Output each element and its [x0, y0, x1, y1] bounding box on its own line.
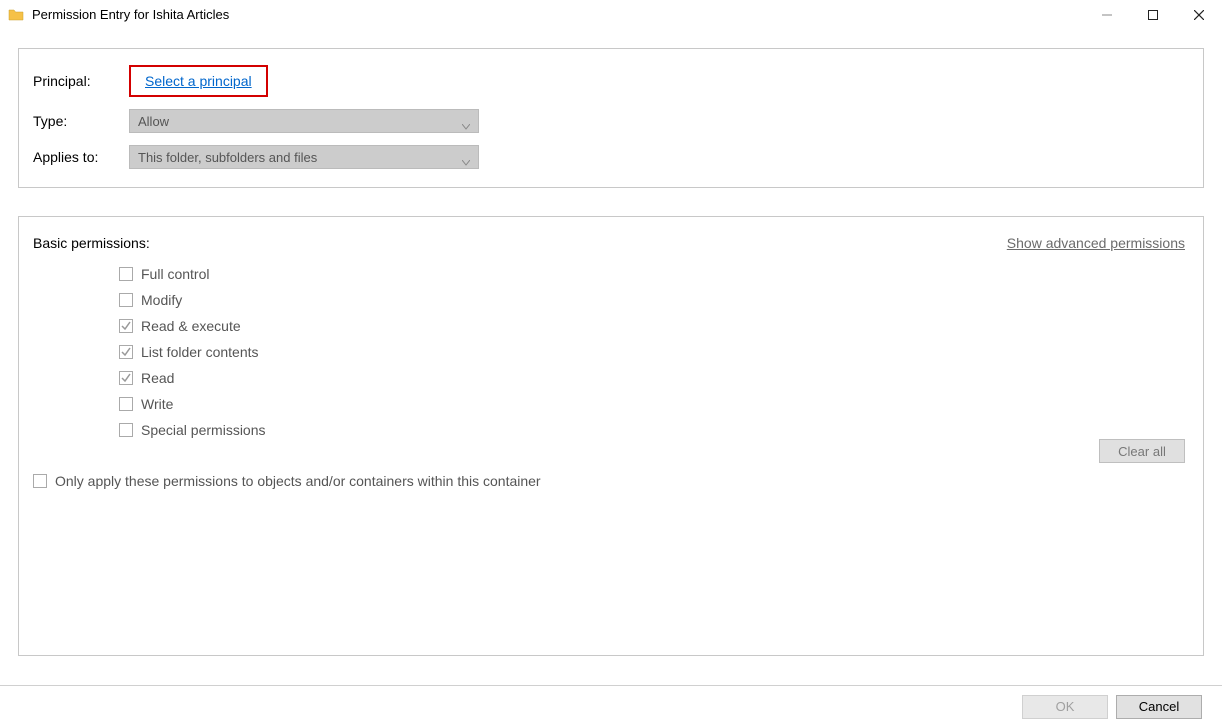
- window-title: Permission Entry for Ishita Articles: [32, 7, 1084, 22]
- permission-item: Read & execute: [119, 313, 1185, 339]
- permission-item: List folder contents: [119, 339, 1185, 365]
- only-apply-checkbox[interactable]: [33, 474, 47, 488]
- cancel-button[interactable]: Cancel: [1116, 695, 1202, 719]
- type-label: Type:: [33, 113, 129, 129]
- permission-checkbox[interactable]: [119, 345, 133, 359]
- permission-checkbox[interactable]: [119, 267, 133, 281]
- type-dropdown: Allow: [129, 109, 479, 133]
- permission-checkbox[interactable]: [119, 293, 133, 307]
- type-value: Allow: [138, 114, 169, 129]
- principal-label: Principal:: [33, 73, 129, 89]
- folder-icon: [8, 7, 24, 23]
- permission-label: Write: [141, 396, 173, 412]
- permission-item: Full control: [119, 261, 1185, 287]
- permission-label: Modify: [141, 292, 182, 308]
- permission-checkbox[interactable]: [119, 371, 133, 385]
- permission-label: Special permissions: [141, 422, 266, 438]
- permission-checkbox[interactable]: [119, 423, 133, 437]
- permission-label: Read & execute: [141, 318, 241, 334]
- titlebar: Permission Entry for Ishita Articles: [0, 0, 1222, 30]
- applies-to-dropdown: This folder, subfolders and files: [129, 145, 479, 169]
- permission-checkbox[interactable]: [119, 397, 133, 411]
- select-principal-link[interactable]: Select a principal: [129, 65, 268, 97]
- show-advanced-permissions-link[interactable]: Show advanced permissions: [1007, 235, 1185, 251]
- maximize-button[interactable]: [1130, 0, 1176, 30]
- permission-item: Read: [119, 365, 1185, 391]
- minimize-button[interactable]: [1084, 0, 1130, 30]
- permission-label: List folder contents: [141, 344, 259, 360]
- clear-all-button[interactable]: Clear all: [1099, 439, 1185, 463]
- dialog-footer: OK Cancel: [0, 685, 1222, 727]
- ok-button[interactable]: OK: [1022, 695, 1108, 719]
- titlebar-controls: [1084, 0, 1222, 30]
- principal-panel: Principal: Select a principal Type: Allo…: [18, 48, 1204, 188]
- permission-checkbox[interactable]: [119, 319, 133, 333]
- basic-permissions-label: Basic permissions:: [33, 235, 150, 251]
- chevron-down-icon: [462, 118, 470, 133]
- permissions-panel: Basic permissions: Show advanced permiss…: [18, 216, 1204, 656]
- only-apply-label: Only apply these permissions to objects …: [55, 473, 541, 489]
- permission-item: Write: [119, 391, 1185, 417]
- permission-label: Read: [141, 370, 174, 386]
- permission-item: Modify: [119, 287, 1185, 313]
- permission-label: Full control: [141, 266, 209, 282]
- chevron-down-icon: [462, 154, 470, 169]
- applies-to-label: Applies to:: [33, 149, 129, 165]
- permission-item: Special permissions: [119, 417, 1185, 443]
- close-button[interactable]: [1176, 0, 1222, 30]
- applies-to-value: This folder, subfolders and files: [138, 150, 317, 165]
